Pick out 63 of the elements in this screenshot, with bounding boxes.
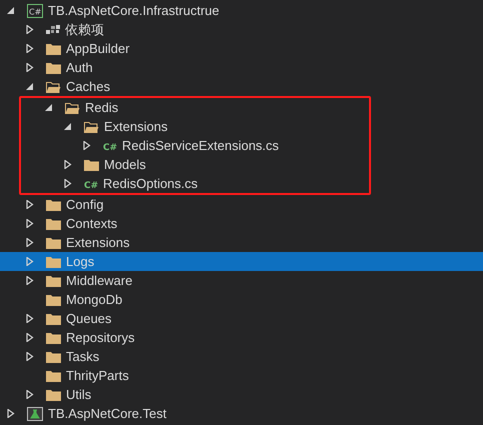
tree-item[interactable]: Queues: [0, 309, 483, 328]
expand-arrow-icon[interactable]: [25, 276, 34, 285]
tree-item[interactable]: Middleware: [0, 271, 483, 290]
expand-arrow-icon[interactable]: [25, 25, 34, 34]
dependencies-icon: [46, 24, 60, 34]
tree-item[interactable]: Models: [21, 155, 369, 174]
expand-arrow-icon[interactable]: [25, 238, 34, 247]
tree-item[interactable]: Redis: [21, 98, 369, 117]
collapse-arrow-icon[interactable]: [25, 82, 34, 91]
expand-arrow-icon[interactable]: [25, 390, 34, 399]
tree-item[interactable]: C# TB.AspNetCore.Infrastructrue: [0, 1, 483, 20]
folder-icon: [46, 274, 61, 286]
expand-arrow-icon[interactable]: [63, 179, 72, 188]
folder-icon: [46, 42, 61, 54]
tree-item[interactable]: Tasks: [0, 347, 483, 366]
folder-icon: [46, 256, 61, 268]
expand-arrow-icon[interactable]: [25, 314, 34, 323]
csharp-file-icon: C#: [84, 178, 98, 188]
project-icon: C#: [27, 4, 43, 18]
tree-item[interactable]: Extensions: [21, 117, 369, 136]
open-folder-icon: [46, 80, 61, 92]
tree-item[interactable]: AppBuilder: [0, 39, 483, 58]
folder-icon: [46, 218, 61, 230]
tree-item[interactable]: Contexts: [0, 214, 483, 233]
flask-icon: [27, 406, 43, 420]
folder-icon: [46, 312, 61, 324]
expand-arrow-icon[interactable]: [63, 160, 72, 169]
folder-icon: [46, 236, 61, 248]
csharp-file-icon: C#: [103, 140, 117, 150]
tree-item[interactable]: 依赖项: [0, 20, 483, 39]
tree-item[interactable]: Extensions: [0, 233, 483, 252]
tree-item[interactable]: Auth: [0, 58, 483, 77]
expand-arrow-icon[interactable]: [25, 200, 34, 209]
folder-icon: [46, 294, 61, 306]
folder-icon: [46, 370, 61, 382]
tree-item[interactable]: Logs: [0, 252, 483, 271]
tree-item[interactable]: C# RedisOptions.cs: [21, 174, 369, 193]
open-folder-icon: [84, 120, 99, 132]
tree-item[interactable]: ThrityParts: [0, 366, 483, 385]
tree-item[interactable]: TB.AspNetCore.Test: [0, 404, 483, 423]
folder-icon: [46, 62, 61, 74]
expand-arrow-icon[interactable]: [25, 219, 34, 228]
expand-arrow-icon[interactable]: [25, 44, 34, 53]
expand-arrow-icon[interactable]: [82, 141, 91, 150]
tree-item[interactable]: Config: [0, 195, 483, 214]
tree-item[interactable]: Utils: [0, 385, 483, 404]
tree-item[interactable]: C# RedisServiceExtensions.cs: [21, 136, 369, 155]
open-folder-icon: [65, 102, 80, 114]
collapse-arrow-icon[interactable]: [63, 122, 72, 131]
folder-icon: [84, 158, 99, 170]
folder-icon: [46, 332, 61, 344]
folder-icon: [46, 198, 61, 210]
tree-item[interactable]: MongoDb: [0, 290, 483, 309]
expand-arrow-icon[interactable]: [25, 333, 34, 342]
expand-arrow-icon[interactable]: [25, 352, 34, 361]
tree-item[interactable]: Caches: [0, 77, 483, 96]
expand-arrow-icon[interactable]: [6, 409, 15, 418]
tree-item[interactable]: Repositorys: [0, 328, 483, 347]
folder-icon: [46, 350, 61, 362]
collapse-arrow-icon[interactable]: [44, 103, 53, 112]
expand-arrow-icon[interactable]: [25, 63, 34, 72]
folder-icon: [46, 388, 61, 400]
collapse-arrow-icon[interactable]: [6, 6, 15, 15]
